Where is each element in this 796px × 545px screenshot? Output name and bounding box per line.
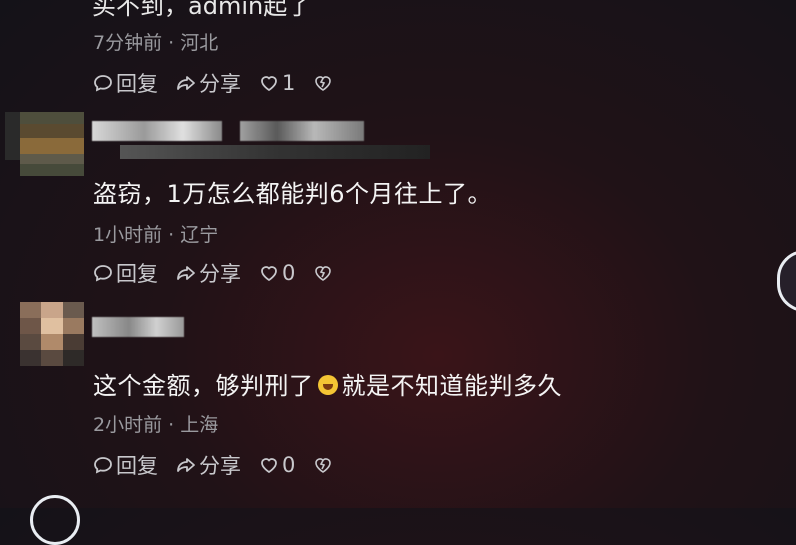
username-blurred[interactable] (92, 121, 364, 141)
comment-text: 盗窃，1万怎么都能判6个月往上了。 (93, 180, 493, 208)
reply-button[interactable]: 回复 (93, 68, 158, 98)
reply-label: 回复 (116, 262, 158, 286)
heart-icon (261, 458, 277, 474)
reply-label: 回复 (116, 454, 158, 478)
share-icon (177, 458, 195, 472)
dislike-button[interactable] (313, 263, 336, 283)
comment-meta: 2小时前 · 上海 (93, 414, 219, 436)
comment-actions: 回复 分享 0 (93, 450, 354, 480)
laugh-emoji-icon (317, 375, 338, 395)
avatar[interactable] (20, 112, 84, 176)
like-button[interactable]: 0 (259, 261, 295, 285)
comment-actions: 回复 分享 0 (93, 258, 354, 288)
share-button[interactable]: 分享 (176, 68, 241, 98)
dislike-button[interactable] (313, 455, 336, 475)
dislike-icon (315, 266, 332, 281)
dislike-icon (315, 76, 332, 91)
share-icon (177, 76, 195, 90)
comment-icon (94, 75, 112, 92)
reply-label: 回复 (116, 72, 158, 96)
comment-actions: 回复 分享 1 (93, 68, 354, 98)
comment-meta: 1小时前 · 辽宁 (93, 224, 219, 246)
comment-text-part1: 这个金额，够判刑了 (93, 372, 314, 400)
comment-meta: 7分钟前 · 河北 (93, 32, 219, 54)
next-avatar[interactable] (30, 495, 80, 545)
username-blurred[interactable] (92, 317, 184, 337)
avatar[interactable] (20, 302, 84, 366)
partial-comment-text: 买不到，admin起了 (92, 0, 312, 20)
share-button[interactable]: 分享 (176, 258, 241, 288)
comment-icon (94, 457, 112, 474)
reply-button[interactable]: 回复 (93, 258, 158, 288)
share-label: 分享 (199, 262, 241, 286)
dislike-button[interactable] (313, 73, 336, 93)
comment-text: 这个金额，够判刑了 就是不知道能判多久 (93, 366, 562, 401)
heart-icon (261, 76, 277, 92)
blur-shadow (120, 145, 430, 159)
comment-text-part2: 就是不知道能判多久 (341, 372, 562, 400)
like-button[interactable]: 0 (259, 453, 295, 477)
like-count: 0 (282, 453, 296, 477)
share-label: 分享 (199, 72, 241, 96)
share-icon (177, 266, 195, 280)
heart-icon (261, 266, 277, 282)
dislike-icon (315, 458, 332, 473)
like-button[interactable]: 1 (259, 71, 295, 95)
avatar-edge (5, 112, 20, 160)
share-label: 分享 (199, 454, 241, 478)
reply-button[interactable]: 回复 (93, 450, 158, 480)
share-button[interactable]: 分享 (176, 450, 241, 480)
side-avatar-edge[interactable] (777, 250, 796, 312)
like-count: 1 (282, 71, 296, 95)
like-count: 0 (282, 261, 296, 285)
comment-icon (94, 265, 112, 282)
